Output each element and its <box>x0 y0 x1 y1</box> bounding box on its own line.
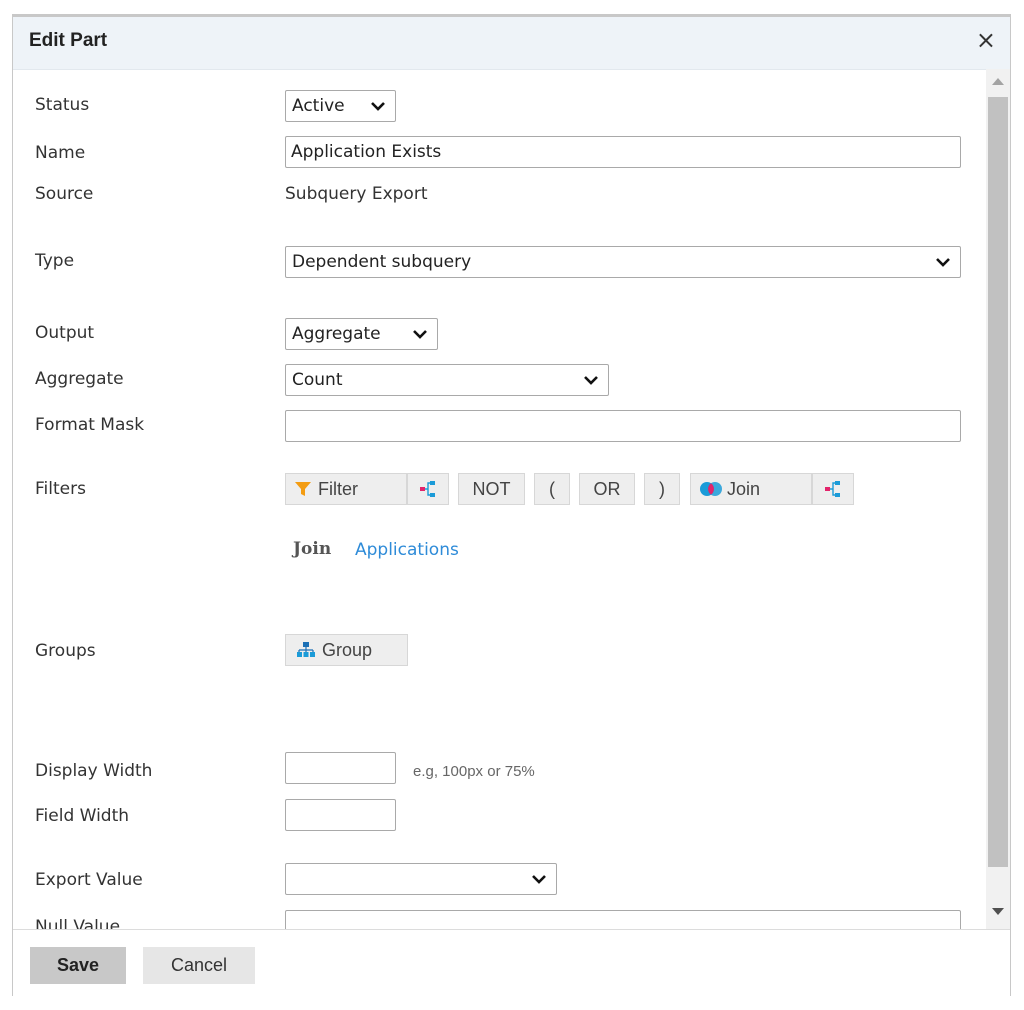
tree-icon <box>420 481 435 497</box>
display-width-label: Display Width <box>35 761 153 781</box>
edit-part-dialog: Edit Part × Status Active Name Applicati… <box>12 14 1011 1000</box>
source-label: Source <box>35 184 94 204</box>
filter-button[interactable]: Filter <box>285 473 407 505</box>
export-value-label: Export Value <box>35 870 143 890</box>
join-button[interactable]: Join <box>690 473 812 505</box>
cancel-button[interactable]: Cancel <box>143 947 255 984</box>
join-applications-link[interactable]: Applications <box>355 540 459 560</box>
not-button[interactable]: NOT <box>458 473 525 505</box>
aggregate-value: Count <box>292 370 343 390</box>
display-width-input[interactable] <box>285 752 396 784</box>
filters-label: Filters <box>35 479 86 499</box>
status-select[interactable]: Active <box>285 90 396 122</box>
aggregate-select[interactable]: Count <box>285 364 609 396</box>
venn-join-icon <box>700 482 722 496</box>
join-tree-button[interactable] <box>812 473 854 505</box>
export-value-select[interactable] <box>285 863 557 895</box>
close-icon[interactable]: × <box>976 25 996 55</box>
chevron-down-icon <box>936 258 950 267</box>
format-mask-label: Format Mask <box>35 415 145 435</box>
save-button[interactable]: Save <box>30 947 126 984</box>
null-value-label: Null Value <box>35 917 121 929</box>
hierarchy-icon <box>297 642 315 657</box>
status-label: Status <box>35 95 90 115</box>
open-paren-button[interactable]: ( <box>534 473 570 505</box>
output-label: Output <box>35 323 95 343</box>
output-value: Aggregate <box>292 324 381 344</box>
chevron-down-icon <box>413 330 427 339</box>
group-button[interactable]: Group <box>285 634 408 666</box>
chevron-down-icon <box>371 102 385 111</box>
name-input[interactable]: Application Exists <box>285 136 961 168</box>
dialog-title: Edit Part <box>29 30 108 51</box>
join-button-label: Join <box>727 478 761 499</box>
scrollbar-thumb[interactable] <box>988 97 1008 867</box>
type-value: Dependent subquery <box>292 252 472 272</box>
filters-toolbar: Filter NOT ( OR ) Join <box>285 473 885 505</box>
tree-icon <box>825 481 840 497</box>
status-value: Active <box>292 96 345 116</box>
field-width-input[interactable] <box>285 799 396 831</box>
type-select[interactable]: Dependent subquery <box>285 246 961 278</box>
aggregate-label: Aggregate <box>35 369 124 389</box>
type-label: Type <box>35 251 75 271</box>
source-value: Subquery Export <box>285 184 428 204</box>
name-label: Name <box>35 143 86 163</box>
scroll-up-arrow-icon[interactable] <box>992 78 1004 85</box>
funnel-icon <box>295 482 311 496</box>
vertical-scrollbar[interactable] <box>986 69 1010 929</box>
group-button-label: Group <box>322 639 373 660</box>
join-label: Join <box>293 539 332 559</box>
name-value: Application Exists <box>291 142 442 162</box>
filter-button-label: Filter <box>318 478 358 499</box>
or-button[interactable]: OR <box>579 473 635 505</box>
null-value-input[interactable] <box>285 910 961 929</box>
display-width-hint: e.g, 100px or 75% <box>413 763 535 780</box>
close-paren-button[interactable]: ) <box>644 473 680 505</box>
chevron-down-icon <box>532 875 546 884</box>
field-width-label: Field Width <box>35 806 130 826</box>
format-mask-input[interactable] <box>285 410 961 442</box>
groups-label: Groups <box>35 641 96 661</box>
scroll-down-arrow-icon[interactable] <box>992 908 1004 915</box>
dialog-titlebar: Edit Part × <box>13 17 1010 70</box>
filter-tree-button[interactable] <box>407 473 449 505</box>
output-select[interactable]: Aggregate <box>285 318 438 350</box>
chevron-down-icon <box>584 376 598 385</box>
dialog-footer: Save Cancel <box>13 929 1010 1000</box>
